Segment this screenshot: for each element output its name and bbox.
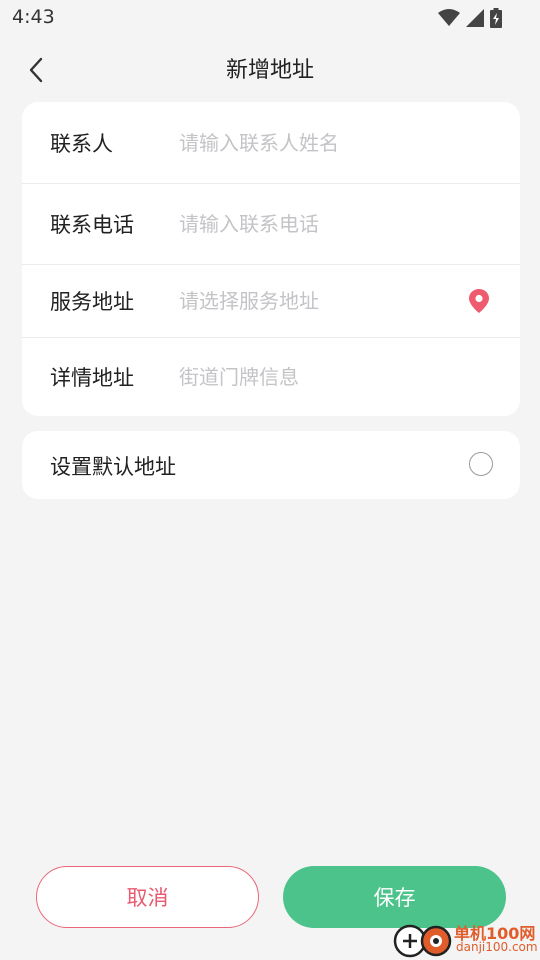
status-bar: 4:43	[0, 0, 540, 36]
address-form-card: 联系人 联系电话 服务地址 详情地址	[22, 102, 520, 416]
detail-address-input[interactable]	[179, 359, 469, 395]
detail-address-row: 详情地址	[22, 338, 520, 416]
status-time: 4:43	[12, 6, 55, 28]
contact-phone-row: 联系电话	[22, 184, 520, 264]
cellular-signal-icon	[466, 9, 484, 27]
contact-name-label: 联系人	[50, 131, 113, 156]
contact-phone-label: 联系电话	[50, 213, 134, 237]
default-address-label: 设置默认地址	[50, 455, 176, 479]
default-address-radio[interactable]	[469, 452, 493, 476]
default-address-card[interactable]: 设置默认地址	[22, 431, 520, 499]
cancel-button[interactable]: 取消	[36, 866, 259, 928]
contact-name-input[interactable]	[179, 124, 469, 161]
watermark-subtext: danji100.com	[456, 940, 538, 954]
contact-phone-input[interactable]	[179, 206, 469, 242]
wifi-icon	[438, 9, 460, 26]
location-pin-icon[interactable]	[468, 288, 490, 314]
nav-bar: 新增地址	[0, 44, 540, 94]
service-address-input[interactable]	[179, 283, 469, 319]
battery-charging-icon	[490, 8, 502, 28]
page-title: 新增地址	[225, 58, 314, 83]
service-address-row[interactable]: 服务地址	[22, 265, 520, 337]
watermark: 单机100网 danji100.com	[392, 918, 540, 960]
status-icons	[438, 8, 502, 28]
service-address-label: 服务地址	[50, 290, 134, 314]
watermark-logo-icon	[393, 924, 452, 958]
contact-name-row: 联系人	[22, 102, 520, 183]
detail-address-label: 详情地址	[50, 366, 134, 390]
